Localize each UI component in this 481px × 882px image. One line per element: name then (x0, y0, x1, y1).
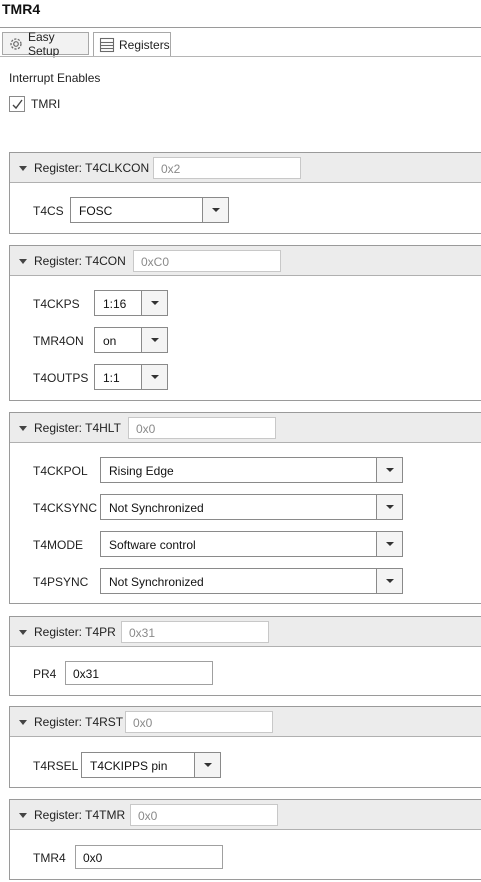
dropdown-value: Rising Edge (109, 464, 174, 478)
field-label-t4cksync: T4CKSYNC (33, 501, 98, 515)
register-panel-t4con: Register: T4CON 0xC0 T4CKPS 1:16 TMR4ON … (9, 245, 481, 401)
t4rsel-dropdown[interactable]: T4CKIPPS pin (81, 752, 221, 778)
field-label-tmr4on: TMR4ON (33, 334, 84, 348)
tab-divider (0, 56, 481, 57)
register-value-field: 0x2 (153, 157, 301, 179)
register-panel-t4rst: Register: T4RST 0x0 T4RSEL T4CKIPPS pin (9, 706, 481, 788)
register-header[interactable]: Register: T4HLT 0x0 (10, 413, 481, 443)
dropdown-value: T4CKIPPS pin (90, 759, 168, 773)
register-title: Register: T4CON (34, 254, 126, 268)
field-label-t4psync: T4PSYNC (33, 575, 89, 589)
field-label-t4ckps: T4CKPS (33, 297, 80, 311)
tmr4on-dropdown[interactable]: on (94, 327, 168, 353)
chevron-down-icon[interactable] (376, 569, 402, 593)
t4ckpol-dropdown[interactable]: Rising Edge (100, 457, 403, 483)
tab-registers[interactable]: Registers (93, 32, 171, 57)
register-header[interactable]: Register: T4CON 0xC0 (10, 246, 481, 276)
field-label-t4mode: T4MODE (33, 538, 84, 552)
dropdown-value: Not Synchronized (109, 575, 204, 589)
tab-easy-setup[interactable]: Easy Setup (2, 29, 89, 58)
register-header[interactable]: Register: T4PR 0x31 (10, 617, 481, 647)
dropdown-value: Not Synchronized (109, 501, 204, 515)
register-title: Register: T4RST (34, 715, 124, 729)
chevron-down-icon[interactable] (141, 291, 167, 315)
register-value-field: 0xC0 (133, 250, 281, 272)
register-header[interactable]: Register: T4CLKCON 0x2 (10, 153, 481, 183)
register-value-field: 0x0 (125, 711, 273, 733)
pr4-input[interactable]: 0x31 (65, 661, 213, 685)
register-title: Register: T4HLT (34, 421, 121, 435)
field-label-tmr4: TMR4 (33, 851, 66, 865)
collapse-triangle-icon[interactable] (19, 259, 27, 264)
t4mode-dropdown[interactable]: Software control (100, 531, 403, 557)
dropdown-value: FOSC (79, 204, 113, 218)
t4psync-dropdown[interactable]: Not Synchronized (100, 568, 403, 594)
dropdown-value: on (103, 334, 117, 348)
register-value-field: 0x0 (128, 417, 276, 439)
field-label-t4rsel: T4RSEL (33, 759, 79, 773)
chevron-down-icon[interactable] (202, 198, 228, 222)
t4outps-dropdown[interactable]: 1:1 (94, 364, 168, 390)
register-panel-t4pr: Register: T4PR 0x31 PR4 0x31 (9, 616, 481, 696)
chevron-down-icon[interactable] (376, 495, 402, 519)
tab-label: Easy Setup (28, 29, 60, 58)
field-label-t4cs: T4CS (33, 204, 64, 218)
collapse-triangle-icon[interactable] (19, 720, 27, 725)
register-value-field: 0x0 (130, 804, 278, 826)
field-label-t4ckpol: T4CKPOL (33, 464, 88, 478)
register-value-field: 0x31 (121, 621, 269, 643)
register-header[interactable]: Register: T4RST 0x0 (10, 707, 481, 737)
t4cksync-dropdown[interactable]: Not Synchronized (100, 494, 403, 520)
register-title: Register: T4TMR (34, 808, 126, 822)
field-label-t4outps: T4OUTPS (33, 371, 89, 385)
tmr4-input[interactable]: 0x0 (75, 845, 223, 869)
register-panel-t4clkcon: Register: T4CLKCON 0x2 T4CS FOSC (9, 152, 481, 234)
register-title: Register: T4PR (34, 625, 116, 639)
collapse-triangle-icon[interactable] (19, 630, 27, 635)
tmri-checkbox[interactable] (9, 96, 25, 112)
tab-label: Registers (119, 37, 170, 52)
t4cs-dropdown[interactable]: FOSC (70, 197, 229, 223)
chevron-down-icon[interactable] (194, 753, 220, 777)
t4ckps-dropdown[interactable]: 1:16 (94, 290, 168, 316)
dropdown-value: 1:16 (103, 297, 127, 311)
page-title: TMR4 (2, 1, 41, 17)
tmri-label: TMRI (31, 97, 61, 111)
collapse-triangle-icon[interactable] (19, 813, 27, 818)
register-title: Register: T4CLKCON (34, 161, 150, 175)
chevron-down-icon[interactable] (141, 328, 167, 352)
registers-icon (99, 37, 115, 53)
interrupt-enables-heading: Interrupt Enables (9, 71, 101, 85)
dropdown-value: 1:1 (103, 371, 120, 385)
gear-icon (8, 36, 24, 52)
field-label-pr4: PR4 (33, 667, 57, 681)
collapse-triangle-icon[interactable] (19, 426, 27, 431)
chevron-down-icon[interactable] (376, 532, 402, 556)
register-panel-t4hlt: Register: T4HLT 0x0 T4CKPOL Rising Edge … (9, 412, 481, 604)
tab-bar: Easy Setup Registers (0, 27, 481, 58)
tmri-checkbox-row[interactable]: TMRI (9, 96, 60, 112)
register-panel-t4tmr: Register: T4TMR 0x0 TMR4 0x0 (9, 799, 481, 880)
register-header[interactable]: Register: T4TMR 0x0 (10, 800, 481, 830)
dropdown-value: Software control (109, 538, 196, 552)
chevron-down-icon[interactable] (141, 365, 167, 389)
chevron-down-icon[interactable] (376, 458, 402, 482)
collapse-triangle-icon[interactable] (19, 166, 27, 171)
